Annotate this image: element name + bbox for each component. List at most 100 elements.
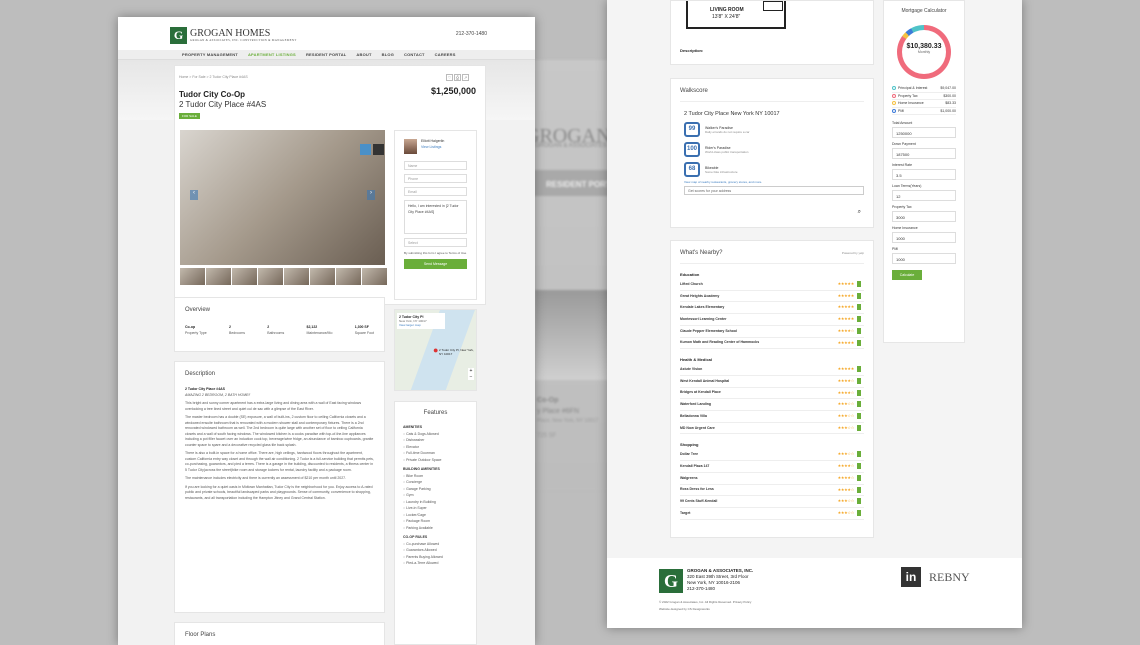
nearby-item[interactable]: 99 Cents Stuff-Kendall ★★★☆☆ bbox=[680, 496, 864, 508]
mortgage-field-input[interactable]: 3.5 bbox=[892, 169, 956, 180]
nearby-name[interactable]: Target bbox=[680, 511, 690, 516]
nearby-name[interactable]: Kumon Math and Reading Center of Hammock… bbox=[680, 340, 759, 345]
map-pin-icon[interactable]: ● bbox=[433, 345, 438, 355]
nav-apartment-listings[interactable]: APARTMENT LISTINGS bbox=[248, 52, 296, 57]
footer-address-2: New York, NY 10016-2106 bbox=[687, 580, 740, 585]
terms-text[interactable]: By submitting this form I agree to Terms… bbox=[404, 251, 467, 255]
description-paragraph: This bright and sunny corner apartment h… bbox=[185, 401, 362, 411]
name-input[interactable]: Name bbox=[404, 161, 467, 170]
footer-logo[interactable]: G bbox=[659, 569, 683, 593]
heart-icon[interactable]: ♡ bbox=[446, 74, 453, 81]
nearby-item[interactable]: Waterford Landing ★★★☆☆ bbox=[680, 399, 864, 412]
overview-label: Bedrooms bbox=[229, 330, 245, 335]
mortgage-field-input[interactable]: 1250000 bbox=[892, 127, 956, 138]
thumbnail[interactable] bbox=[232, 268, 257, 285]
mortgage-field-input[interactable]: 3000 bbox=[892, 211, 956, 222]
nearby-name[interactable]: Lifted Church bbox=[680, 282, 703, 287]
thumbnail[interactable] bbox=[336, 268, 361, 285]
nearby-item[interactable]: Montessori Learning Center ★★★★★ bbox=[680, 314, 864, 326]
message-textarea[interactable]: Hello, I am interested in [2 Tudor City … bbox=[404, 200, 467, 234]
linkedin-icon[interactable]: in bbox=[901, 567, 921, 587]
legend-label: Property Tax bbox=[892, 93, 918, 100]
nearby-item[interactable]: Bridges at Kendall Place ★★★★☆ bbox=[680, 388, 864, 400]
nearby-item[interactable]: Astute Vision ★★★★★ bbox=[680, 364, 864, 376]
nearby-name[interactable]: Kendale Lakes Elementary bbox=[680, 305, 724, 310]
thumbnail[interactable] bbox=[284, 268, 309, 285]
photo-gallery-icon[interactable] bbox=[360, 144, 371, 155]
nearby-item[interactable]: Target ★★★☆☆ bbox=[680, 508, 864, 520]
select-dropdown[interactable]: Select bbox=[404, 238, 467, 247]
floorplan-drawing[interactable]: LIVING ROOM 13'8" X 24'8" bbox=[686, 1, 786, 29]
header-phone[interactable]: 212-370-1480 bbox=[456, 31, 487, 37]
mortgage-field-input[interactable]: 12 bbox=[892, 190, 956, 201]
nav-careers[interactable]: CAREERS bbox=[435, 52, 456, 57]
share-icon[interactable]: ↗ bbox=[462, 74, 469, 81]
mortgage-field-input[interactable]: 1000 bbox=[892, 253, 956, 264]
prev-photo-icon[interactable]: ‹ bbox=[190, 190, 198, 200]
video-icon[interactable] bbox=[373, 144, 384, 155]
nearby-item[interactable]: Belladonna Villa ★★★☆☆ bbox=[680, 411, 864, 423]
breadcrumb[interactable]: Home > For Sale > 2 Tudor City Place #4A… bbox=[179, 75, 248, 79]
nearby-item[interactable]: Walgreens ★★★★☆ bbox=[680, 473, 864, 485]
mortgage-field-input[interactable]: 187500 bbox=[892, 148, 956, 159]
walkscore-text: Walker's Paradise Daily errands do not re… bbox=[705, 126, 750, 134]
nav-property-management[interactable]: PROPERTY MANAGEMENT bbox=[182, 52, 238, 57]
footer-copyright[interactable]: © 2022 Grogan & Associates, Inc. All Rig… bbox=[659, 600, 751, 604]
nearby-name[interactable]: West Kendall Animal Hospital bbox=[680, 379, 729, 384]
nearby-item[interactable]: West Kendall Animal Hospital ★★★★☆ bbox=[680, 376, 864, 388]
thumbnail[interactable] bbox=[362, 268, 387, 285]
star-rating-icon: ★★★★★ bbox=[837, 304, 855, 310]
thumbnail[interactable] bbox=[180, 268, 205, 285]
send-message-button[interactable]: Send Message bbox=[404, 259, 467, 269]
nearby-item[interactable]: Kendall Plaza 147 ★★★★☆ bbox=[680, 461, 864, 473]
brand-logo[interactable]: G GROGAN HOMES GROGAN & ASSOCIATES, INC. … bbox=[170, 27, 296, 44]
address-score-input[interactable]: Get scores for your address bbox=[684, 186, 864, 195]
view-listings-link[interactable]: View Listings bbox=[421, 145, 444, 151]
nearby-item[interactable]: Kumon Math and Reading Center of Hammock… bbox=[680, 338, 864, 350]
nearby-name[interactable]: Kendall Plaza 147 bbox=[680, 464, 709, 469]
location-map[interactable]: 2 Tudor City Pl New York, NY 10017 View … bbox=[394, 309, 477, 391]
email-input[interactable]: Email bbox=[404, 187, 467, 196]
nav-resident-portal[interactable]: RESIDENT PORTAL bbox=[306, 52, 346, 57]
nearby-name[interactable]: Belladonna Villa bbox=[680, 414, 707, 419]
calculate-button[interactable]: Calculate bbox=[892, 270, 922, 280]
nav-contact[interactable]: CONTACT bbox=[404, 52, 425, 57]
mortgage-legend-row: PMI $1,000.00 bbox=[892, 108, 956, 115]
print-icon[interactable]: ⎙ bbox=[454, 74, 461, 81]
nearby-item[interactable]: MD Now Urgent Care ★★★☆☆ bbox=[680, 423, 864, 435]
nearby-name[interactable]: Waterford Landing bbox=[680, 402, 711, 407]
next-photo-icon[interactable]: › bbox=[367, 190, 375, 200]
walkscore-map-link[interactable]: View map of nearby restaurants, grocery … bbox=[684, 180, 864, 184]
nav-about[interactable]: ABOUT bbox=[356, 52, 371, 57]
search-icon[interactable]: ⌕ bbox=[858, 209, 861, 216]
nearby-item[interactable]: Claude Pepper Elementary School ★★★★☆ bbox=[680, 326, 864, 338]
nearby-item[interactable]: Lifted Church ★★★★★ bbox=[680, 279, 864, 291]
mortgage-field-label: Interest Rate bbox=[892, 163, 913, 167]
rebny-logo[interactable]: REBNY bbox=[929, 570, 970, 585]
nearby-item[interactable]: Dollar Tree ★★★☆☆ bbox=[680, 449, 864, 462]
nearby-name[interactable]: Bridges at Kendall Place bbox=[680, 390, 721, 395]
view-larger-map-link[interactable]: View larger map bbox=[399, 323, 443, 327]
thumbnail[interactable] bbox=[258, 268, 283, 285]
nearby-name[interactable]: 99 Cents Stuff-Kendall bbox=[680, 499, 717, 504]
nearby-name[interactable]: Montessori Learning Center bbox=[680, 317, 726, 322]
phone-input[interactable]: Phone bbox=[404, 174, 467, 183]
nearby-item[interactable]: Kendale Lakes Elementary ★★★★★ bbox=[680, 302, 864, 315]
map-zoom-icon[interactable]: + − bbox=[468, 368, 474, 380]
nearby-name[interactable]: Walgreens bbox=[680, 476, 698, 481]
footer-designed-by[interactable]: Website designed by CS Designworks bbox=[659, 607, 710, 611]
nearby-name[interactable]: Astute Vision bbox=[680, 367, 702, 372]
nearby-name[interactable]: Claude Pepper Elementary School bbox=[680, 329, 737, 334]
nearby-name[interactable]: Great Heights Academy bbox=[680, 294, 719, 299]
main-photo[interactable]: ‹ › bbox=[180, 130, 385, 265]
thumbnail[interactable] bbox=[206, 268, 231, 285]
nearby-name[interactable]: MD Now Urgent Care bbox=[680, 426, 715, 431]
thumbnail[interactable] bbox=[310, 268, 335, 285]
footer-phone[interactable]: 212-370-1480 bbox=[687, 586, 715, 591]
nearby-item[interactable]: Ross Dress for Less ★★★★☆ bbox=[680, 485, 864, 497]
nav-blog[interactable]: BLOG bbox=[382, 52, 394, 57]
nearby-name[interactable]: Ross Dress for Less bbox=[680, 487, 714, 492]
nearby-item[interactable]: Great Heights Academy ★★★★★ bbox=[680, 291, 864, 303]
mortgage-field-input[interactable]: 1000 bbox=[892, 232, 956, 243]
nearby-name[interactable]: Dollar Tree bbox=[680, 452, 698, 457]
